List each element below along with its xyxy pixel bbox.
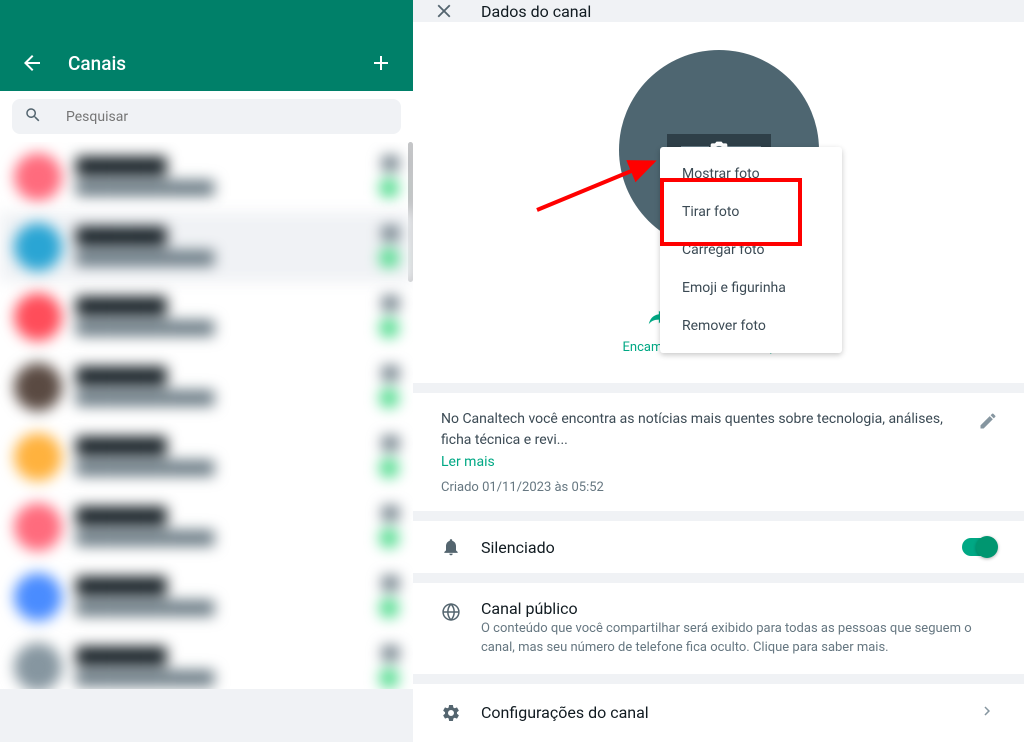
gear-icon [441, 703, 461, 723]
mute-setting: Silenciado [413, 521, 1024, 573]
channel-item[interactable]: █████████████████████████ [0, 282, 413, 352]
new-channel-button[interactable] [369, 51, 393, 75]
channel-item[interactable]: █████████████████████████ [0, 492, 413, 562]
menu-take-photo[interactable]: Tirar foto [660, 193, 842, 231]
channel-item[interactable]: █████████████████████████ [0, 142, 413, 212]
channels-list: █████████████████████████ ██████████████… [0, 142, 413, 689]
edit-icon[interactable] [978, 411, 998, 435]
back-arrow-icon[interactable] [20, 51, 44, 75]
mute-toggle[interactable] [962, 538, 996, 556]
channel-item[interactable]: █████████████████████████ [0, 212, 413, 282]
search-icon [24, 106, 66, 128]
bell-icon [441, 537, 461, 557]
menu-emoji-sticker[interactable]: Emoji e figurinha [660, 269, 842, 307]
close-icon[interactable] [433, 0, 455, 22]
channel-item[interactable]: █████████████████████████ [0, 632, 413, 689]
menu-upload-photo[interactable]: Carregar foto [660, 231, 842, 269]
channel-item[interactable]: █████████████████████████ [0, 352, 413, 422]
panel-title: Dados do canal [481, 2, 591, 21]
menu-remove-photo[interactable]: Remover foto [660, 307, 842, 345]
channel-item[interactable]: █████████████████████████ [0, 562, 413, 632]
search-input[interactable] [66, 109, 389, 125]
search-bar [0, 91, 413, 142]
channel-settings-label: Configurações do canal [481, 703, 978, 722]
public-channel-setting[interactable]: Canal público O conteúdo que você compar… [413, 583, 1024, 674]
channels-sidebar: Canais █████████████████████████ ███████… [0, 0, 413, 689]
panel-header: Dados do canal [413, 0, 1024, 22]
read-more-link[interactable]: Ler mais [441, 454, 495, 470]
menu-show-photo[interactable]: Mostrar foto [660, 155, 842, 193]
public-description: O conteúdo que você compartilhar será ex… [481, 620, 996, 658]
channel-description: No Canaltech você encontra as notícias m… [441, 409, 996, 451]
description-section: No Canaltech você encontra as notícias m… [413, 393, 1024, 511]
created-date: Criado 01/11/2023 às 05:52 [441, 480, 996, 495]
channel-item[interactable]: █████████████████████████ [0, 422, 413, 492]
public-label: Canal público [481, 599, 996, 618]
sidebar-title: Canais [68, 52, 369, 75]
channel-settings-link[interactable]: Configurações do canal [413, 684, 1024, 742]
photo-context-menu: Mostrar foto Tirar foto Carregar foto Em… [660, 147, 842, 353]
chevron-right-icon [978, 702, 996, 724]
sidebar-header: Canais [0, 0, 413, 91]
mute-label: Silenciado [481, 538, 962, 557]
globe-icon [441, 602, 461, 622]
